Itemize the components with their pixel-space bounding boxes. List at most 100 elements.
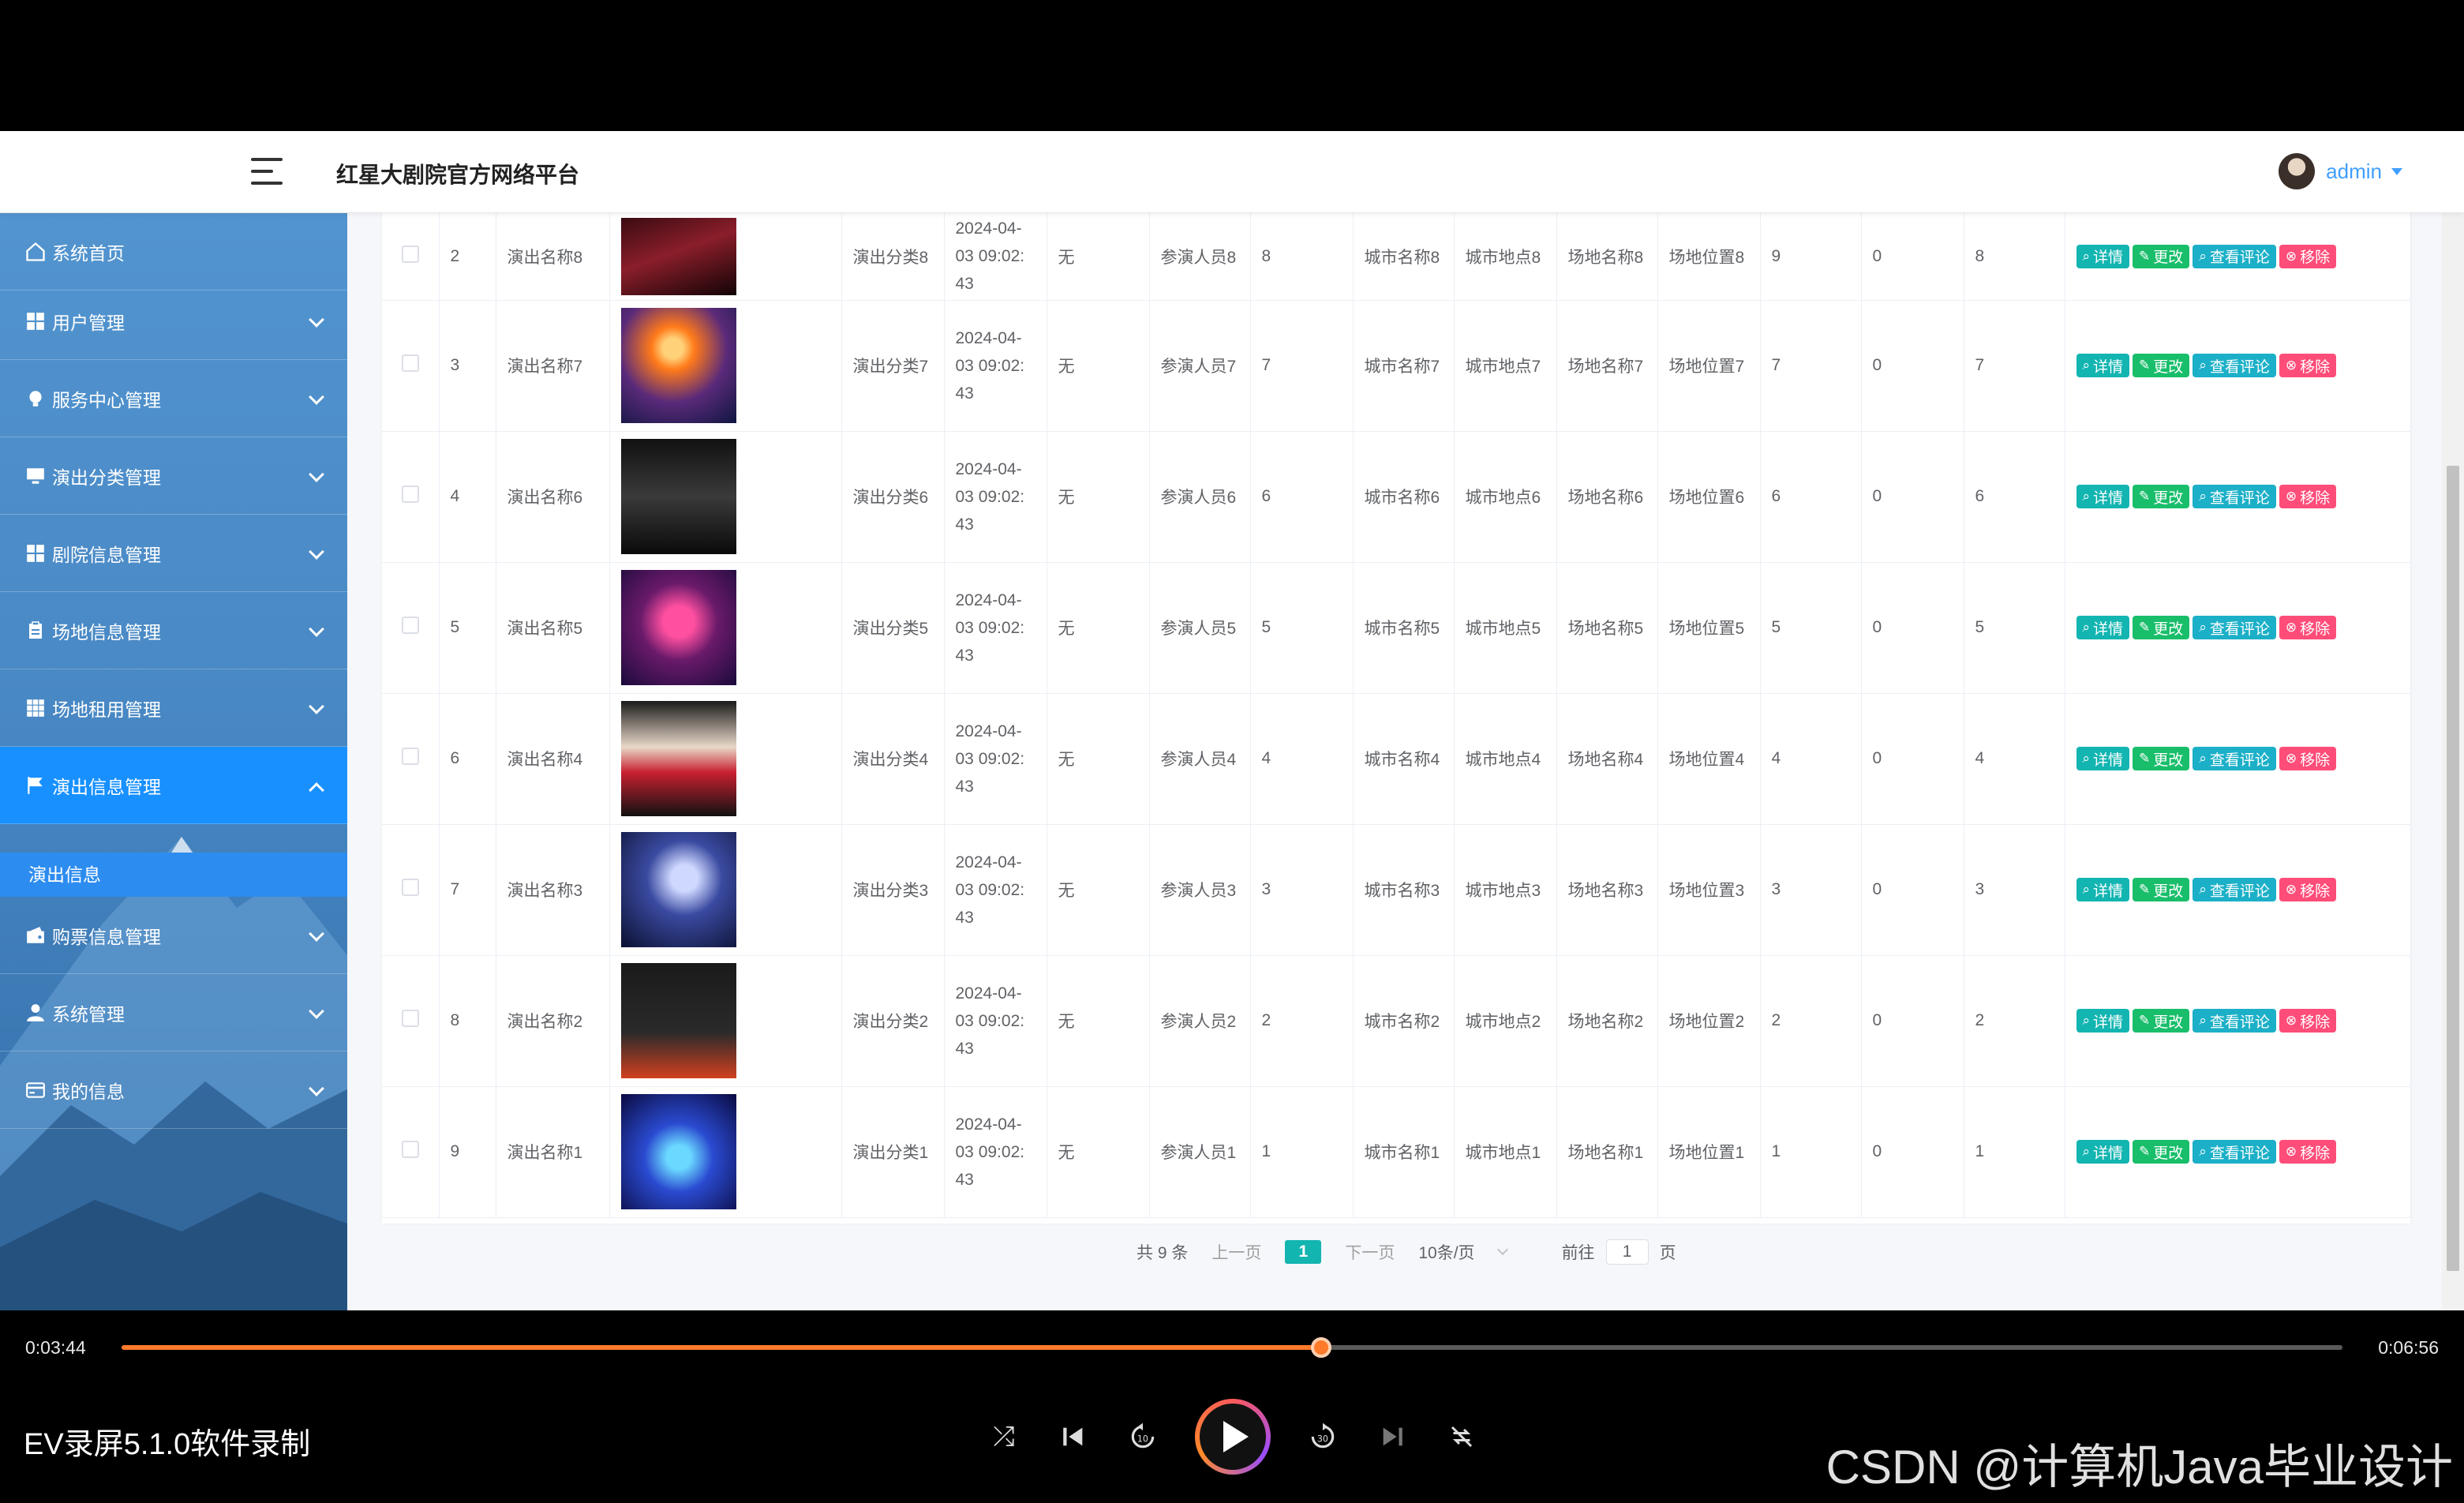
remove-button[interactable]: ⊗ 移除: [2279, 878, 2337, 901]
sidebar-item-performance[interactable]: 演出信息管理: [0, 747, 347, 824]
next-page-button[interactable]: 下一页: [1345, 1240, 1395, 1264]
edit-button[interactable]: ✎ 更改: [2133, 878, 2190, 901]
wallet-icon: [24, 924, 47, 947]
scrollbar-thumb[interactable]: [2447, 466, 2459, 1271]
remove-icon: ⊗: [2285, 620, 2297, 635]
current-page-button[interactable]: 1: [1285, 1240, 1322, 1264]
edit-button[interactable]: ✎ 更改: [2133, 485, 2190, 508]
cell-performer: 参演人员8: [1149, 213, 1251, 301]
poster-image[interactable]: [620, 963, 736, 1078]
detail-button[interactable]: ⌕ 详情: [2076, 485, 2130, 508]
sidebar-item-users[interactable]: 用户管理: [0, 283, 347, 360]
edit-button[interactable]: ✎ 更改: [2133, 1140, 2190, 1164]
sidebar-item-rental[interactable]: 场地租用管理: [0, 669, 347, 747]
cell-time: 2024-04- 03 09:02: 43: [944, 1086, 1047, 1218]
cell-number: 5: [1250, 562, 1354, 694]
sidebar-item-label: 场地信息管理: [52, 621, 161, 643]
prev-page-button[interactable]: 上一页: [1211, 1240, 1261, 1264]
play-button[interactable]: [1195, 1399, 1271, 1475]
search-icon: ⌕: [2082, 1013, 2091, 1028]
time-line: 03 09:02:: [955, 749, 1025, 768]
edit-button[interactable]: ✎ 更改: [2133, 244, 2190, 268]
cell-performer: 参演人员1: [1149, 1086, 1251, 1218]
menu-toggle-icon[interactable]: [251, 158, 283, 185]
sidebar-item-service[interactable]: 服务中心管理: [0, 360, 347, 437]
row-checkbox[interactable]: [401, 354, 419, 372]
progress-slider[interactable]: [122, 1337, 2342, 1358]
search-icon: ⌕: [2199, 248, 2207, 264]
sidebar-item-category[interactable]: 演出分类管理: [0, 437, 347, 515]
cell-actions: ⌕ 详情 ✎ 更改 ⌕ 查看评论 ⊗ 移除: [2065, 431, 2411, 563]
remove-button[interactable]: ⊗ 移除: [2279, 354, 2337, 377]
row-checkbox[interactable]: [401, 1010, 419, 1027]
view-reviews-button[interactable]: ⌕ 查看评论: [2193, 244, 2276, 268]
poster-image[interactable]: [620, 308, 736, 423]
detail-button[interactable]: ⌕ 详情: [2076, 1140, 2130, 1164]
row-select-cell: [382, 693, 440, 825]
table-row: 7 演出名称3 演出分类3 2024-04- 03 09:02: 43 无参演人员3 3 城市名…: [382, 824, 2411, 956]
detail-button[interactable]: ⌕ 详情: [2076, 244, 2130, 268]
row-checkbox[interactable]: [401, 245, 419, 263]
view-reviews-button[interactable]: ⌕ 查看评论: [2193, 1009, 2276, 1033]
row-checkbox[interactable]: [401, 879, 419, 896]
goto-page-input[interactable]: 1: [1605, 1239, 1649, 1265]
remove-button[interactable]: ⊗ 移除: [2279, 1009, 2337, 1033]
view-reviews-button[interactable]: ⌕ 查看评论: [2193, 485, 2276, 508]
loop-icon[interactable]: [1444, 1419, 1479, 1454]
detail-button[interactable]: ⌕ 详情: [2076, 1009, 2130, 1033]
rewind-10-icon[interactable]: 10: [1125, 1419, 1160, 1454]
edit-button[interactable]: ✎ 更改: [2133, 616, 2190, 639]
search-icon: ⌕: [2082, 1144, 2091, 1159]
next-icon[interactable]: [1375, 1419, 1410, 1454]
detail-button[interactable]: ⌕ 详情: [2076, 354, 2130, 377]
sidebar: 系统首页 用户管理 服务中心管理 演出分类管理 剧院信息管理 场地信息管理 场地…: [0, 213, 347, 1310]
poster-image[interactable]: [620, 217, 736, 295]
edit-button[interactable]: ✎ 更改: [2133, 747, 2190, 770]
remove-button[interactable]: ⊗ 移除: [2279, 244, 2337, 268]
sidebar-item-venue[interactable]: 场地信息管理: [0, 592, 347, 669]
edit-button[interactable]: ✎ 更改: [2133, 354, 2190, 377]
poster-image[interactable]: [620, 701, 736, 816]
remove-button[interactable]: ⊗ 移除: [2279, 1140, 2337, 1164]
view-reviews-button[interactable]: ⌕ 查看评论: [2193, 747, 2276, 770]
view-reviews-button[interactable]: ⌕ 查看评论: [2193, 878, 2276, 901]
detail-button[interactable]: ⌕ 详情: [2076, 878, 2130, 901]
progress-knob[interactable]: [1310, 1337, 1331, 1358]
row-checkbox[interactable]: [401, 485, 419, 503]
submenu-item-performance-info[interactable]: 演出信息: [0, 853, 347, 897]
row-checkbox[interactable]: [401, 1141, 419, 1158]
page-size-select[interactable]: 10条/页: [1418, 1240, 1508, 1264]
cell-venue: 场地名称1: [1556, 1086, 1658, 1218]
poster-image[interactable]: [620, 832, 736, 947]
detail-button[interactable]: ⌕ 详情: [2076, 747, 2130, 770]
sidebar-item-tickets[interactable]: 购票信息管理: [0, 897, 347, 974]
forward-30-icon[interactable]: 30: [1305, 1419, 1340, 1454]
remove-button[interactable]: ⊗ 移除: [2279, 485, 2337, 508]
sidebar-item-profile[interactable]: 我的信息: [0, 1051, 347, 1129]
cell-note: 无: [1047, 300, 1150, 432]
shuffle-icon[interactable]: ⤮: [987, 1419, 1021, 1454]
bulb-icon: [24, 387, 47, 410]
cell-number: 2: [1964, 955, 2065, 1087]
sidebar-item-system[interactable]: 系统管理: [0, 974, 347, 1051]
poster-image[interactable]: [620, 570, 736, 685]
previous-icon[interactable]: [1056, 1419, 1091, 1454]
current-time: 0:03:44: [25, 1337, 86, 1358]
user-menu[interactable]: admin: [2279, 153, 2402, 189]
edit-button[interactable]: ✎ 更改: [2133, 1009, 2190, 1033]
row-checkbox[interactable]: [401, 617, 419, 634]
sidebar-item-label: 系统首页: [52, 242, 125, 264]
view-reviews-button[interactable]: ⌕ 查看评论: [2193, 616, 2276, 639]
row-checkbox[interactable]: [401, 748, 419, 765]
sidebar-item-home[interactable]: 系统首页: [0, 213, 347, 290]
page-scrollbar[interactable]: [2442, 213, 2464, 1310]
view-reviews-button[interactable]: ⌕ 查看评论: [2193, 354, 2276, 377]
remove-button[interactable]: ⊗ 移除: [2279, 616, 2337, 639]
cell-category: 演出分类2: [841, 955, 945, 1087]
view-reviews-button[interactable]: ⌕ 查看评论: [2193, 1140, 2276, 1164]
remove-button[interactable]: ⊗ 移除: [2279, 747, 2337, 770]
sidebar-item-theater[interactable]: 剧院信息管理: [0, 515, 347, 592]
detail-button[interactable]: ⌕ 详情: [2076, 616, 2130, 639]
poster-image[interactable]: [620, 1094, 736, 1209]
poster-image[interactable]: [620, 439, 736, 554]
